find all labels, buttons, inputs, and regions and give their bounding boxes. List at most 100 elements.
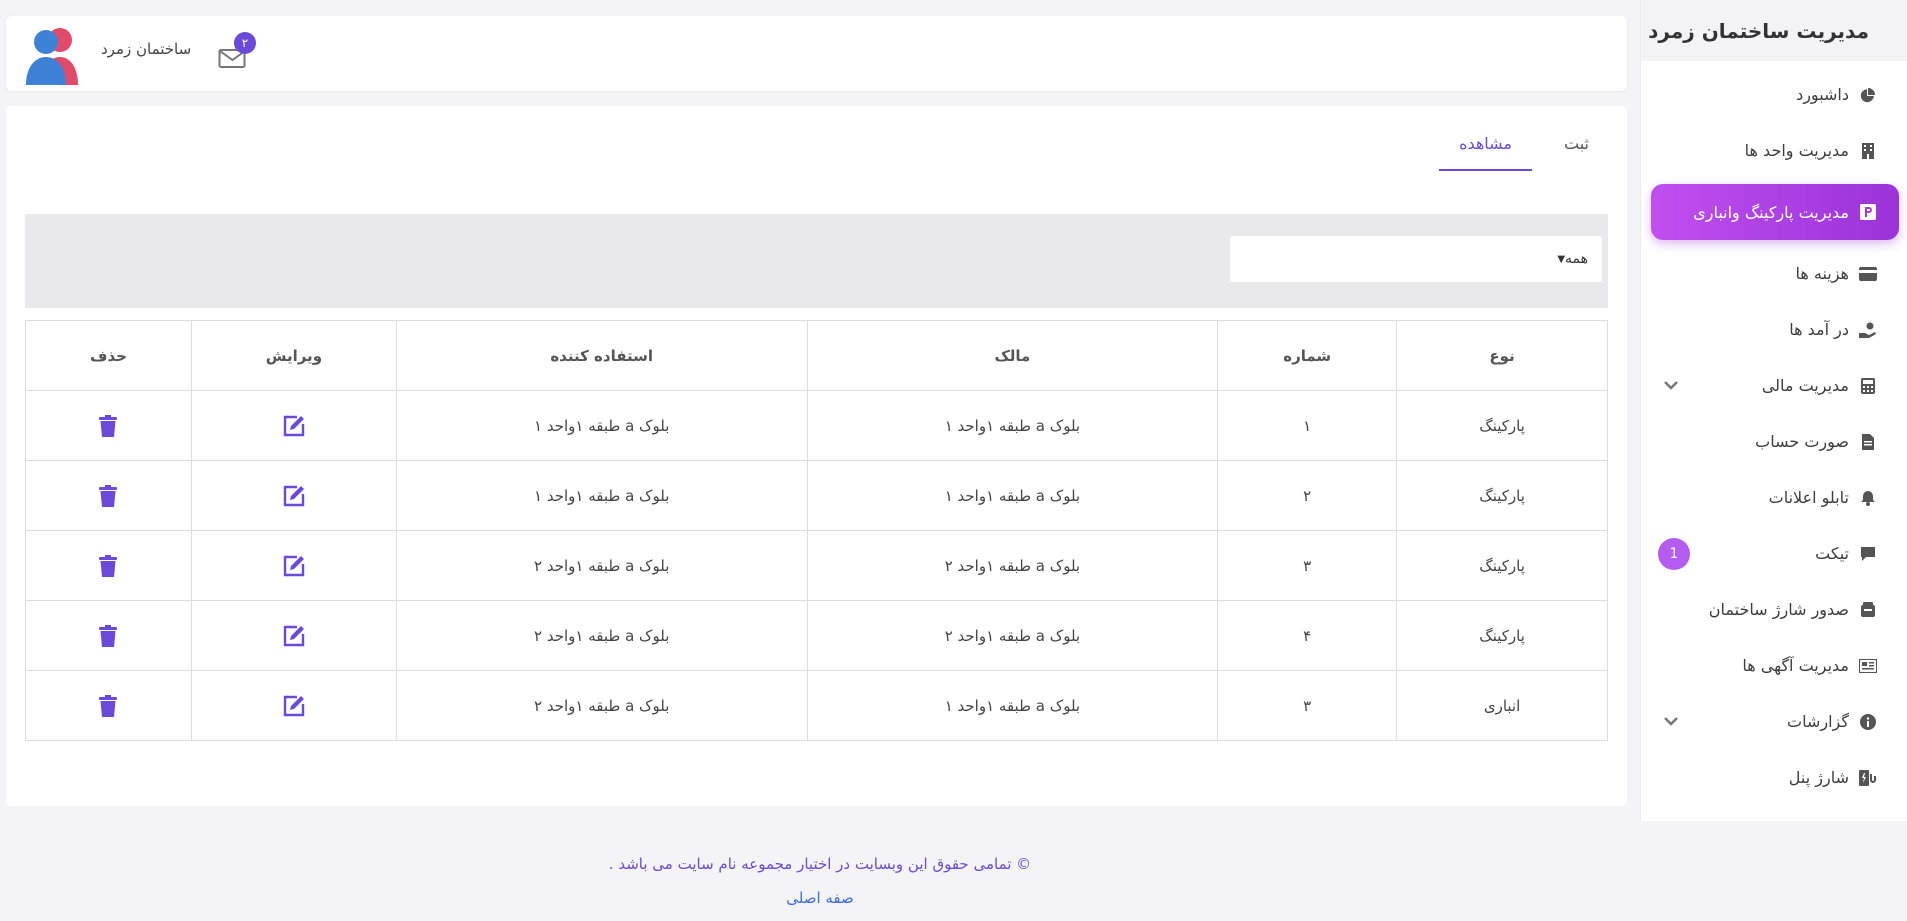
newspaper-icon <box>1859 657 1877 675</box>
filter-area: همه ▼ <box>25 214 1608 308</box>
home-link[interactable]: صفه اصلی <box>0 889 1640 907</box>
cell-edit <box>190 600 397 671</box>
chat-icon <box>1859 545 1877 563</box>
sidebar-item-panel-charge[interactable]: شارژ پنل <box>1651 755 1899 800</box>
col-owner-header: مالک <box>806 320 1219 391</box>
sidebar-item-expenses[interactable]: هزینه ها <box>1651 251 1899 296</box>
col-delete-header: حذف <box>25 320 192 391</box>
document-icon <box>1859 433 1877 451</box>
cell-type: پارکینگ <box>1396 460 1608 531</box>
sidebar-item-label: تیکت <box>1815 544 1849 563</box>
footer: © تمامی حقوق این وبسایت در اختیار مجموعه… <box>0 855 1640 907</box>
cell-owner: بلوک a طبقه ۱واحد ۱ <box>806 460 1219 531</box>
copyright-text: © تمامی حقوق این وبسایت در اختیار مجموعه… <box>608 855 1032 873</box>
cell-user: بلوک a طبقه ۱واحد ۲ <box>395 530 808 601</box>
edit-icon[interactable] <box>283 415 305 437</box>
cell-type: پارکینگ <box>1396 390 1608 461</box>
trash-icon[interactable] <box>97 554 119 577</box>
sidebar-item-label: داشبورد <box>1796 85 1849 104</box>
cell-edit <box>190 460 397 531</box>
bell-icon <box>1859 489 1877 507</box>
sidebar-item-dashboard[interactable]: داشبورد <box>1651 72 1899 117</box>
cell-edit <box>190 670 397 741</box>
sidebar-item-parking[interactable]: مدیریت پارکینگ وانباری <box>1651 184 1899 240</box>
cell-edit <box>190 390 397 461</box>
mail-button[interactable]: ۲ <box>216 32 256 72</box>
info-icon <box>1859 713 1877 731</box>
sidebar-title: مدیریت ساختمان زمرد <box>1641 0 1907 61</box>
sidebar-item-income[interactable]: در آمد ها <box>1651 307 1899 352</box>
sidebar-item-label: مدیریت واحد ها <box>1744 141 1849 160</box>
sidebar-item-label: مدیریت پارکینگ وانباری <box>1693 202 1849 222</box>
sidebar-item-reports[interactable]: گزارشات <box>1651 699 1899 744</box>
cell-user: بلوک a طبقه ۱واحد ۱ <box>395 460 808 531</box>
cell-owner: بلوک a طبقه ۱واحد ۲ <box>806 600 1219 671</box>
cell-user: بلوک a طبقه ۱واحد ۲ <box>395 670 808 741</box>
chevron-down-icon[interactable] <box>1663 714 1679 730</box>
table-row: پارکینگ ۲ بلوک a طبقه ۱واحد ۱ بلوک a طبق… <box>25 460 1608 531</box>
cell-edit <box>190 530 397 601</box>
sidebar-item-invoice[interactable]: صورت حساب <box>1651 419 1899 464</box>
table-header-row: نوع شماره مالک استفاده کننده ویرایش حذف <box>25 320 1608 391</box>
sidebar: مدیریت ساختمان زمرد داشبورد مدیریت واحد … <box>1640 0 1907 821</box>
table-row: پارکینگ ۳ بلوک a طبقه ۱واحد ۲ بلوک a طبق… <box>25 530 1608 601</box>
avatar[interactable] <box>24 23 86 85</box>
edit-icon[interactable] <box>283 485 305 507</box>
cell-user: بلوک a طبقه ۱واحد ۲ <box>395 600 808 671</box>
tab-view[interactable]: مشاهده <box>1439 134 1532 171</box>
sidebar-item-ticket[interactable]: تیکت 1 <box>1651 531 1899 576</box>
main-card: ثبت مشاهده همه ▼ نوع شماره مالک استفاده … <box>6 106 1627 806</box>
building-icon <box>1859 142 1877 160</box>
caret-down-icon: ▼ <box>1557 253 1566 265</box>
trash-icon[interactable] <box>97 414 119 437</box>
cell-type: پارکینگ <box>1396 530 1608 601</box>
cell-user: بلوک a طبقه ۱واحد ۱ <box>395 390 808 461</box>
sidebar-item-ads[interactable]: مدیریت آگهی ها <box>1651 643 1899 688</box>
sidebar-item-label: مدیریت آگهی ها <box>1742 656 1849 675</box>
cell-type: پارکینگ <box>1396 600 1608 671</box>
chevron-down-icon[interactable] <box>1663 378 1679 394</box>
sidebar-item-label: مدیریت مالی <box>1761 376 1849 395</box>
sidebar-item-charge-issue[interactable]: صدور شارژ ساختمان <box>1651 587 1899 632</box>
cell-type: انباری <box>1396 670 1608 741</box>
sidebar-item-label: شارژ پنل <box>1788 768 1849 787</box>
table-row: انباری ۳ بلوک a طبقه ۱واحد ۱ بلوک a طبقه… <box>25 670 1608 741</box>
cell-number: ۳ <box>1217 670 1398 741</box>
cell-delete <box>25 460 192 531</box>
edit-icon[interactable] <box>283 695 305 717</box>
table-row: پارکینگ ۱ بلوک a طبقه ۱واحد ۱ بلوک a طبق… <box>25 390 1608 461</box>
table-row: پارکینگ ۴ بلوک a طبقه ۱واحد ۲ بلوک a طبق… <box>25 600 1608 671</box>
cell-number: ۳ <box>1217 530 1398 601</box>
edit-icon[interactable] <box>283 625 305 647</box>
parking-icon <box>1859 203 1877 221</box>
mail-count-badge: ۲ <box>234 32 256 54</box>
sidebar-item-finance[interactable]: مدیریت مالی <box>1651 363 1899 408</box>
sidebar-item-label: صدور شارژ ساختمان <box>1708 600 1849 619</box>
sidebar-item-units[interactable]: مدیریت واحد ها <box>1651 128 1899 173</box>
building-name: ساختمان زمرد <box>101 40 192 58</box>
cell-number: ۱ <box>1217 390 1398 461</box>
cell-number: ۲ <box>1217 460 1398 531</box>
tabs: ثبت مشاهده <box>1439 134 1597 171</box>
cell-delete <box>25 670 192 741</box>
parking-table: نوع شماره مالک استفاده کننده ویرایش حذف … <box>25 320 1608 741</box>
cell-delete <box>25 390 192 461</box>
cell-delete <box>25 600 192 671</box>
col-type-header: نوع <box>1396 320 1608 391</box>
edit-icon[interactable] <box>283 555 305 577</box>
col-user-header: استفاده کننده <box>395 320 808 391</box>
sidebar-item-label: هزینه ها <box>1795 264 1849 283</box>
col-number-header: شماره <box>1217 320 1398 391</box>
sidebar-nav: داشبورد مدیریت واحد ها مدیریت پارکینگ وا… <box>1641 72 1907 800</box>
sidebar-item-label: صورت حساب <box>1755 432 1849 451</box>
type-filter-select[interactable]: همه ▼ <box>1230 236 1602 282</box>
sidebar-item-label: گزارشات <box>1787 712 1849 731</box>
hand-coin-icon <box>1859 321 1877 339</box>
tab-register[interactable]: ثبت <box>1556 134 1597 171</box>
trash-icon[interactable] <box>97 624 119 647</box>
sidebar-item-notices[interactable]: تابلو اعلانات <box>1651 475 1899 520</box>
trash-icon[interactable] <box>97 484 119 507</box>
trash-icon[interactable] <box>97 694 119 717</box>
sidebar-item-label: تابلو اعلانات <box>1768 488 1849 507</box>
cell-owner: بلوک a طبقه ۱واحد ۱ <box>806 670 1219 741</box>
